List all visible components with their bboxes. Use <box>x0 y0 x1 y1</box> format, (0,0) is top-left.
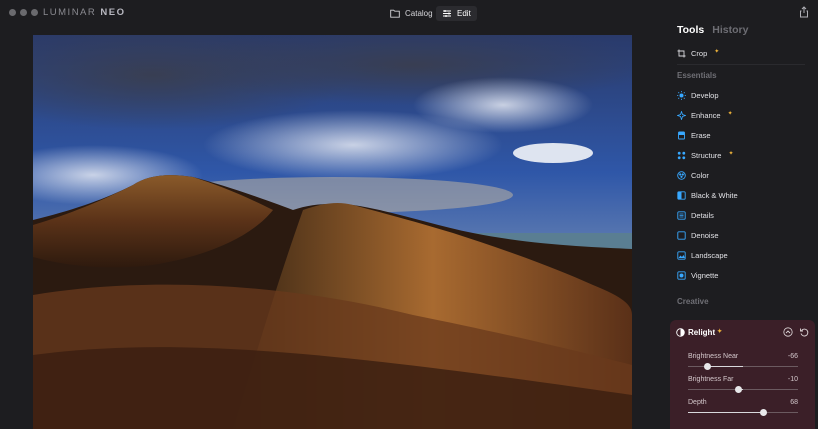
relight-label: Relight <box>688 328 716 337</box>
slider-handle[interactable] <box>703 363 711 370</box>
tool-crop[interactable]: Crop ✦ <box>677 49 719 58</box>
tool-label: Black & White <box>691 191 738 200</box>
app-logo: LUMINAR NEO <box>43 7 126 18</box>
chevron-up-icon[interactable] <box>783 327 793 337</box>
tool-label: Color <box>691 171 709 180</box>
relight-icon <box>676 328 685 337</box>
slider-handle[interactable] <box>759 409 767 416</box>
slider-label: Depth <box>688 399 707 406</box>
ai-badge-icon: ✦ <box>717 329 723 335</box>
details-icon <box>677 211 686 220</box>
tab-tools[interactable]: Tools <box>677 24 704 36</box>
sun-icon <box>677 91 686 100</box>
section-essentials: Essentials <box>677 71 717 80</box>
eraser-icon <box>677 131 686 140</box>
slider-value[interactable]: 68 <box>790 399 798 406</box>
logo-suffix: NEO <box>100 7 126 18</box>
zoom-window-button[interactable] <box>31 9 38 16</box>
close-window-button[interactable] <box>9 9 16 16</box>
tool-vignette[interactable]: Vignette <box>677 271 718 280</box>
ai-badge-icon: ✦ <box>727 111 733 117</box>
sliders-icon <box>443 10 451 17</box>
catalog-button[interactable]: Catalog <box>384 6 439 21</box>
tool-label: Vignette <box>691 271 719 280</box>
edit-button[interactable]: Edit <box>436 6 477 21</box>
landscape-photo <box>33 35 632 429</box>
minimize-window-button[interactable] <box>20 9 27 16</box>
folder-icon <box>390 9 400 18</box>
tab-history[interactable]: History <box>712 24 748 36</box>
tool-color[interactable]: Color <box>677 171 709 180</box>
title-bar: LUMINAR NEO Catalog Edit <box>0 0 818 26</box>
relight-tool: Relight ✦ Brightness Near -66 Brightness Fa… <box>670 320 815 429</box>
divider <box>677 64 805 65</box>
tool-label: Erase <box>691 131 711 140</box>
landscape-icon <box>677 251 686 260</box>
share-icon[interactable] <box>798 6 810 18</box>
crop-icon <box>677 49 686 58</box>
slider-value[interactable]: -10 <box>788 376 798 383</box>
slider-label: Brightness Near <box>688 353 739 360</box>
tool-label: Enhance <box>691 111 721 120</box>
slider-handle[interactable] <box>734 386 742 393</box>
reset-icon[interactable] <box>799 327 809 337</box>
slider-fill <box>688 412 763 413</box>
bw-icon <box>677 191 686 200</box>
tool-label: Landscape <box>691 251 728 260</box>
tool-structure[interactable]: Structure ✦ <box>677 151 733 160</box>
structure-icon <box>677 151 686 160</box>
ai-badge-icon: ✦ <box>714 49 720 55</box>
color-wheel-icon <box>677 171 686 180</box>
sparkle-icon <box>677 111 686 120</box>
tool-label: Structure <box>691 151 722 160</box>
slider-value[interactable]: -66 <box>788 353 798 360</box>
slider-label: Brightness Far <box>688 376 734 383</box>
tool-enhance[interactable]: Enhance ✦ <box>677 111 733 120</box>
tool-develop[interactable]: Develop <box>677 91 719 100</box>
relight-title[interactable]: Relight ✦ <box>688 328 722 337</box>
tool-label: Denoise <box>691 231 719 240</box>
catalog-label: Catalog <box>405 9 433 18</box>
slider-track[interactable] <box>688 386 798 393</box>
tool-label: Develop <box>691 91 719 100</box>
slider-track[interactable] <box>688 363 798 370</box>
tool-details[interactable]: Details <box>677 211 714 220</box>
tool-landscape[interactable]: Landscape <box>677 251 728 260</box>
slider-track[interactable] <box>688 409 798 416</box>
tool-black-white[interactable]: Black & White <box>677 191 738 200</box>
vignette-icon <box>677 271 686 280</box>
tool-erase[interactable]: Erase <box>677 131 711 140</box>
app-window: LUMINAR NEO Catalog Edit Tools History C… <box>0 0 818 429</box>
ai-badge-icon: ✦ <box>728 151 734 157</box>
section-creative: Creative <box>677 297 709 306</box>
crop-label: Crop <box>691 49 708 58</box>
slider-fill <box>706 366 743 367</box>
photo-canvas[interactable] <box>33 35 632 429</box>
denoise-icon <box>677 231 686 240</box>
tool-label: Details <box>691 211 714 220</box>
logo-text: LUMINAR <box>43 7 97 18</box>
edit-label: Edit <box>457 9 471 18</box>
tool-denoise[interactable]: Denoise <box>677 231 719 240</box>
